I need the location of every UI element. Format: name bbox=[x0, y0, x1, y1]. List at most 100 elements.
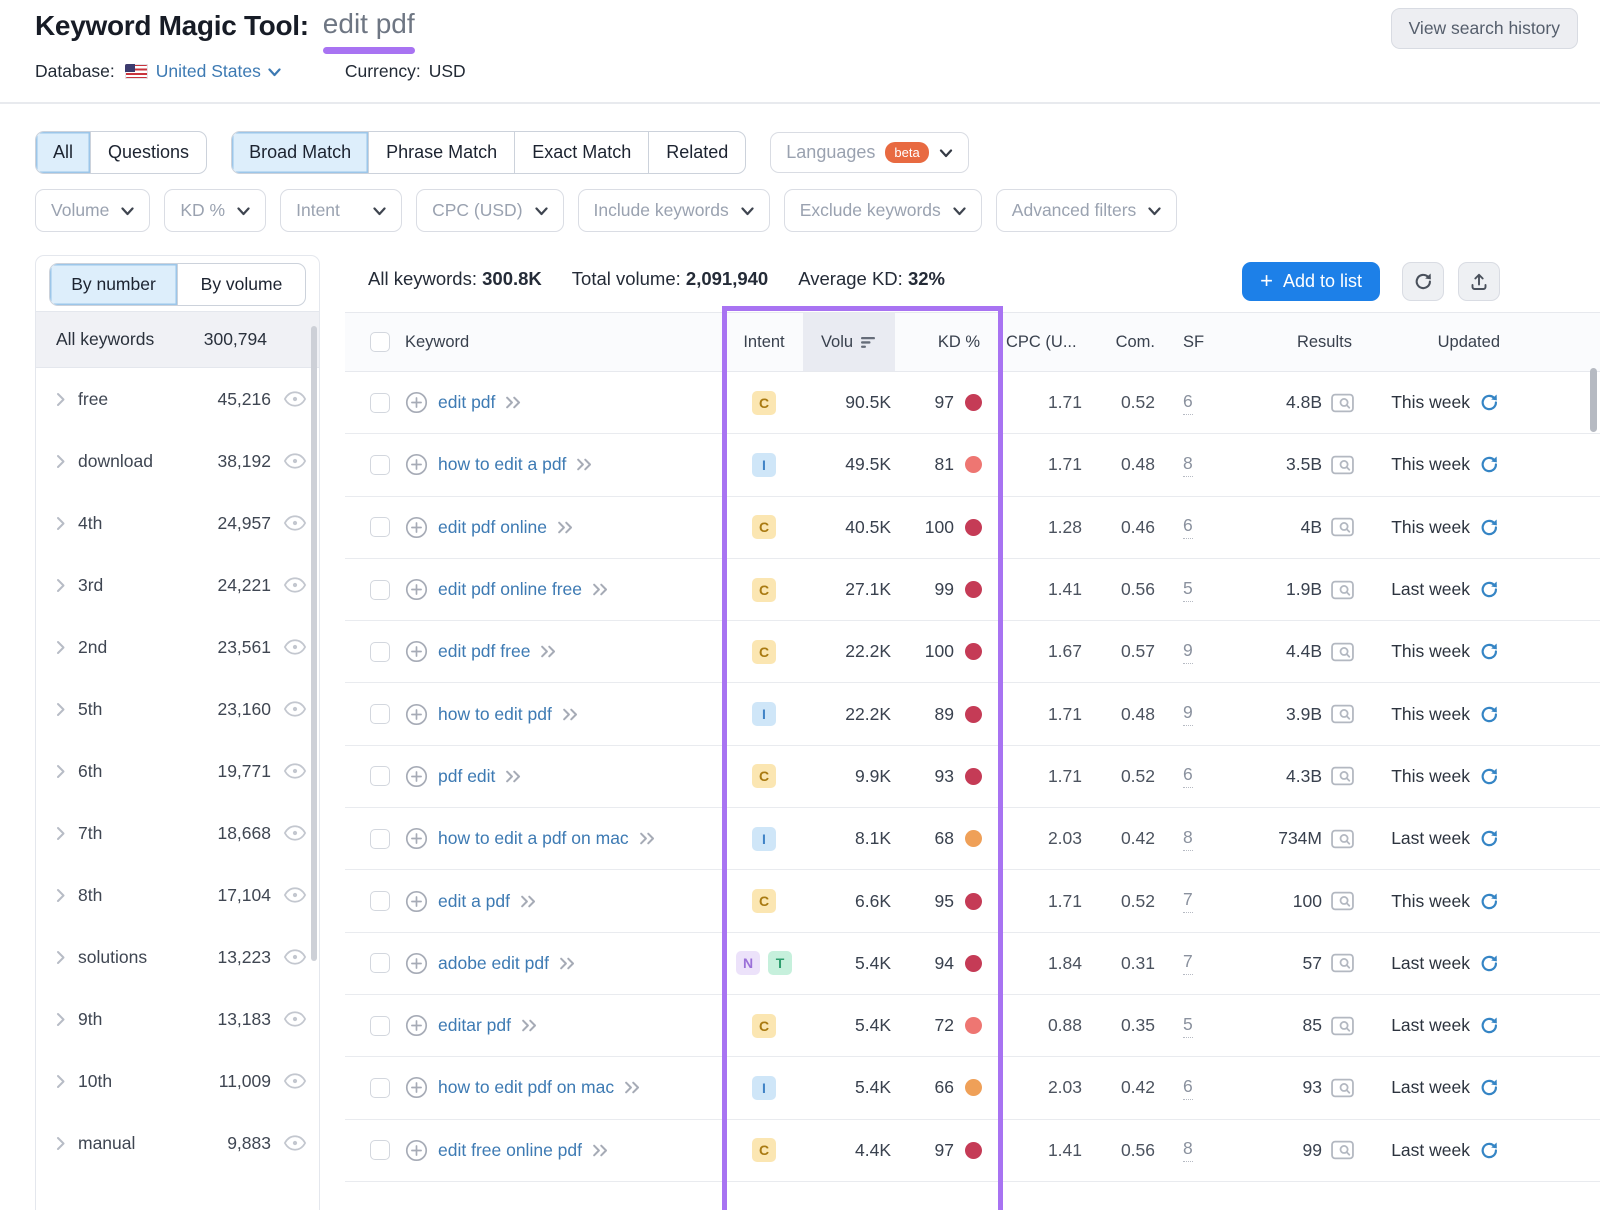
add-keyword-icon[interactable] bbox=[405, 453, 428, 476]
expand-keyword-icon[interactable] bbox=[521, 1019, 538, 1032]
sidebar-group-item[interactable]: 5th 23,160 bbox=[36, 678, 319, 740]
chevron-right-icon[interactable] bbox=[56, 578, 66, 593]
sf-value[interactable]: 6 bbox=[1183, 391, 1193, 415]
add-keyword-icon[interactable] bbox=[405, 952, 428, 975]
eye-icon[interactable] bbox=[283, 1073, 307, 1089]
refresh-keyword-icon[interactable] bbox=[1479, 1077, 1500, 1098]
refresh-keyword-icon[interactable] bbox=[1479, 517, 1500, 538]
keyword-link[interactable]: how to edit pdf on mac bbox=[438, 1077, 614, 1098]
chevron-right-icon[interactable] bbox=[56, 1074, 66, 1089]
chevron-right-icon[interactable] bbox=[56, 1136, 66, 1151]
add-keyword-icon[interactable] bbox=[405, 1139, 428, 1162]
expand-keyword-icon[interactable] bbox=[505, 396, 522, 409]
keyword-link[interactable]: how to edit pdf bbox=[438, 704, 552, 725]
sf-value[interactable]: 6 bbox=[1183, 515, 1193, 539]
eye-icon[interactable] bbox=[283, 825, 307, 841]
select-all-checkbox[interactable] bbox=[370, 332, 390, 352]
row-checkbox[interactable] bbox=[370, 393, 390, 413]
refresh-keyword-icon[interactable] bbox=[1479, 704, 1500, 725]
column-cpc[interactable]: CPC (U... bbox=[990, 313, 1085, 371]
view-search-history-button[interactable]: View search history bbox=[1391, 8, 1578, 49]
sf-value[interactable]: 8 bbox=[1183, 827, 1193, 851]
filter-volume[interactable]: Volume bbox=[35, 189, 150, 232]
sidebar-group-item[interactable]: 10th 11,009 bbox=[36, 1050, 319, 1112]
chevron-right-icon[interactable] bbox=[56, 516, 66, 531]
add-keyword-icon[interactable] bbox=[405, 578, 428, 601]
row-checkbox[interactable] bbox=[370, 1078, 390, 1098]
database-selector[interactable]: United States bbox=[156, 61, 281, 82]
row-checkbox[interactable] bbox=[370, 517, 390, 537]
sf-value[interactable]: 8 bbox=[1183, 1138, 1193, 1162]
eye-icon[interactable] bbox=[283, 949, 307, 965]
add-keyword-icon[interactable] bbox=[405, 391, 428, 414]
add-keyword-icon[interactable] bbox=[405, 1014, 428, 1037]
eye-icon[interactable] bbox=[283, 1135, 307, 1151]
expand-keyword-icon[interactable] bbox=[557, 521, 574, 534]
add-keyword-icon[interactable] bbox=[405, 640, 428, 663]
sidebar-scrollbar[interactable] bbox=[311, 326, 317, 961]
keyword-link[interactable]: edit pdf free bbox=[438, 641, 530, 662]
refresh-keyword-icon[interactable] bbox=[1479, 392, 1500, 413]
refresh-keyword-icon[interactable] bbox=[1479, 641, 1500, 662]
column-results[interactable]: Results bbox=[1212, 313, 1362, 371]
expand-keyword-icon[interactable] bbox=[639, 832, 656, 845]
add-keyword-icon[interactable] bbox=[405, 765, 428, 788]
sf-value[interactable]: 7 bbox=[1183, 951, 1193, 975]
row-checkbox[interactable] bbox=[370, 1140, 390, 1160]
serp-preview-icon[interactable] bbox=[1331, 642, 1354, 662]
expand-keyword-icon[interactable] bbox=[624, 1081, 641, 1094]
sidebar-group-item[interactable]: 6th 19,771 bbox=[36, 740, 319, 802]
sf-value[interactable]: 6 bbox=[1183, 764, 1193, 788]
column-sf[interactable]: SF bbox=[1157, 313, 1212, 371]
serp-preview-icon[interactable] bbox=[1331, 953, 1354, 973]
serp-preview-icon[interactable] bbox=[1331, 829, 1354, 849]
keyword-link[interactable]: adobe edit pdf bbox=[438, 953, 549, 974]
serp-preview-icon[interactable] bbox=[1331, 704, 1354, 724]
serp-preview-icon[interactable] bbox=[1331, 891, 1354, 911]
add-keyword-icon[interactable] bbox=[405, 703, 428, 726]
tab-all[interactable]: All bbox=[36, 132, 91, 173]
serp-preview-icon[interactable] bbox=[1331, 1140, 1354, 1160]
refresh-keyword-icon[interactable] bbox=[1479, 828, 1500, 849]
refresh-keyword-icon[interactable] bbox=[1479, 891, 1500, 912]
filter-include-keywords[interactable]: Include keywords bbox=[578, 189, 770, 232]
tab-by-number[interactable]: By number bbox=[50, 264, 178, 305]
refresh-metrics-button[interactable] bbox=[1402, 262, 1444, 301]
eye-icon[interactable] bbox=[283, 577, 307, 593]
sidebar-group-item[interactable]: 7th 18,668 bbox=[36, 802, 319, 864]
chevron-right-icon[interactable] bbox=[56, 764, 66, 779]
filter-intent[interactable]: Intent bbox=[280, 189, 402, 232]
eye-icon[interactable] bbox=[283, 1011, 307, 1027]
chevron-right-icon[interactable] bbox=[56, 826, 66, 841]
chevron-right-icon[interactable] bbox=[56, 392, 66, 407]
expand-keyword-icon[interactable] bbox=[592, 583, 609, 596]
add-keyword-icon[interactable] bbox=[405, 890, 428, 913]
refresh-keyword-icon[interactable] bbox=[1479, 766, 1500, 787]
filter-cpc-usd-[interactable]: CPC (USD) bbox=[416, 189, 563, 232]
column-kd[interactable]: KD % bbox=[895, 313, 990, 371]
chevron-right-icon[interactable] bbox=[56, 950, 66, 965]
sidebar-group-item[interactable]: manual 9,883 bbox=[36, 1112, 319, 1174]
expand-keyword-icon[interactable] bbox=[540, 645, 557, 658]
keyword-link[interactable]: edit pdf online free bbox=[438, 579, 582, 600]
filter-advanced-filters[interactable]: Advanced filters bbox=[996, 189, 1178, 232]
sidebar-group-item[interactable]: solutions 13,223 bbox=[36, 926, 319, 988]
expand-keyword-icon[interactable] bbox=[576, 458, 593, 471]
row-checkbox[interactable] bbox=[370, 580, 390, 600]
expand-keyword-icon[interactable] bbox=[559, 957, 576, 970]
sidebar-group-item[interactable]: 4th 24,957 bbox=[36, 492, 319, 554]
sidebar-group-item[interactable]: download 38,192 bbox=[36, 430, 319, 492]
refresh-keyword-icon[interactable] bbox=[1479, 454, 1500, 475]
chevron-right-icon[interactable] bbox=[56, 888, 66, 903]
keyword-link[interactable]: edit free online pdf bbox=[438, 1140, 582, 1161]
sf-value[interactable]: 6 bbox=[1183, 1076, 1193, 1100]
refresh-keyword-icon[interactable] bbox=[1479, 953, 1500, 974]
sf-value[interactable]: 9 bbox=[1183, 640, 1193, 664]
sidebar-group-item[interactable]: free 45,216 bbox=[36, 368, 319, 430]
eye-icon[interactable] bbox=[283, 391, 307, 407]
column-intent[interactable]: Intent bbox=[725, 313, 803, 371]
eye-icon[interactable] bbox=[283, 453, 307, 469]
column-keyword[interactable]: Keyword bbox=[405, 313, 725, 371]
row-checkbox[interactable] bbox=[370, 704, 390, 724]
chevron-right-icon[interactable] bbox=[56, 640, 66, 655]
